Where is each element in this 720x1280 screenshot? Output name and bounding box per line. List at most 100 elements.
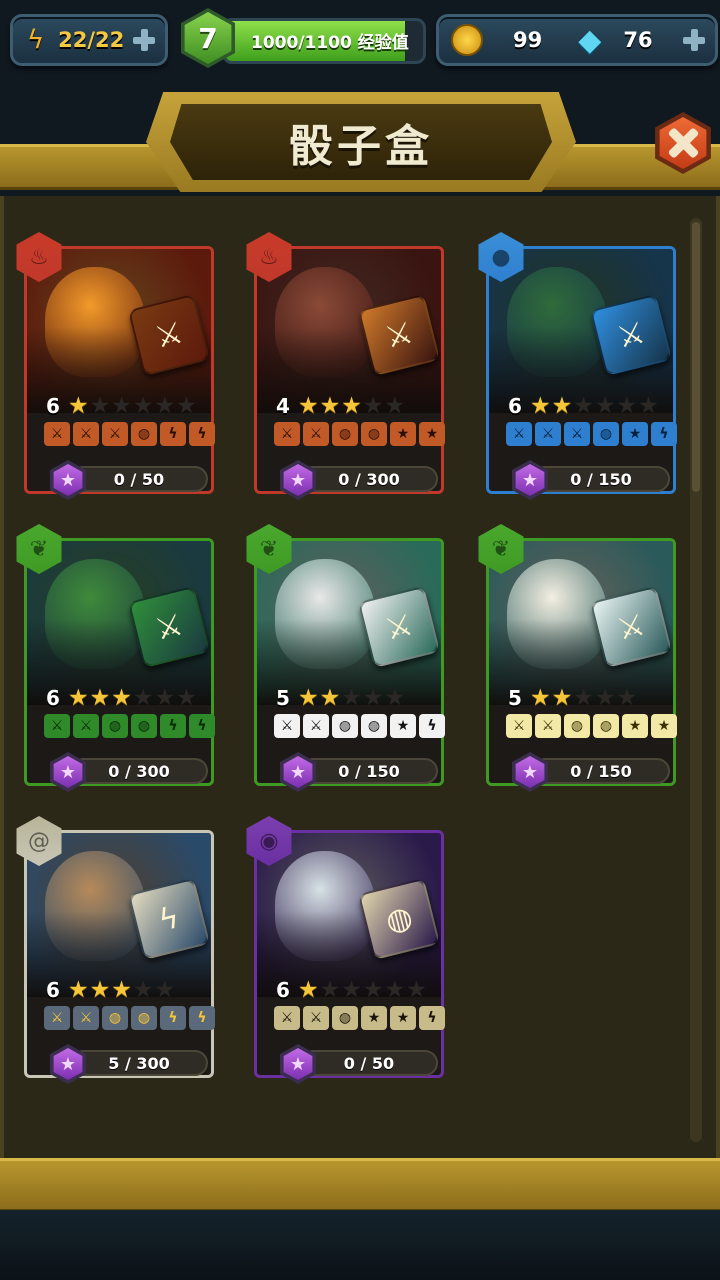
dice-face-icon: ◍ xyxy=(332,1006,358,1030)
dice-face-icon: ★ xyxy=(622,422,648,446)
card-progress: 0 / 150 xyxy=(532,466,670,492)
dice-face-icon: ⚔ xyxy=(535,422,561,446)
star-filled-icon: ★ xyxy=(89,684,111,711)
energy-counter[interactable]: ϟ 22/22 xyxy=(10,14,168,66)
dice-face-icon: ⚔ xyxy=(73,1006,99,1030)
dice-face-icon: ϟ xyxy=(160,714,186,738)
star-rating: 6 ★ ★ ★ ★ ★ xyxy=(46,976,216,1004)
dice-faces: ⚔ ⚔ ⚔ ◍ ★ ϟ xyxy=(506,422,680,448)
star-empty-icon: ★ xyxy=(319,976,341,1003)
star-empty-icon: ★ xyxy=(616,684,638,711)
dice-face-icon: ⚔ xyxy=(564,422,590,446)
star-empty-icon: ★ xyxy=(176,684,197,711)
dice-face-icon: ϟ xyxy=(419,1006,445,1030)
star-icon: ★ xyxy=(283,756,313,788)
dice-card[interactable]: ⚔ ❦ 5 ★ ★ ★ ★ ★ ⚔ ⚔ ◍ ◍ ★ ϟ 0 / 150 ★ xyxy=(244,524,445,792)
dice-level: 6 xyxy=(276,978,290,1002)
dice-face-icon: ⚔ xyxy=(506,422,532,446)
star-empty-icon: ★ xyxy=(594,684,616,711)
currency-counter[interactable]: 99 ◆ 76 xyxy=(436,14,718,66)
star-filled-icon: ★ xyxy=(68,392,89,419)
star-icon: ★ xyxy=(283,464,313,496)
xp-counter: 1000/1100 经验值 7 xyxy=(181,8,426,68)
star-empty-icon: ★ xyxy=(384,684,406,711)
page-title: 骰子盒 xyxy=(289,121,433,172)
progress-text: 0 / 150 xyxy=(570,761,632,781)
star-icon: ★ xyxy=(283,1048,313,1080)
card-frame: ⚔ xyxy=(254,538,444,786)
dice-face-icon: ★ xyxy=(390,422,416,446)
dice-face-icon: ⚔ xyxy=(44,1006,70,1030)
dice-face-icon: ◍ xyxy=(332,422,358,446)
star-icon: ★ xyxy=(515,464,545,496)
diamond-icon: ◆ xyxy=(578,22,602,58)
add-energy-icon[interactable] xyxy=(131,27,157,53)
card-frame: ⚔ xyxy=(24,246,214,494)
star-icon: ★ xyxy=(53,464,83,496)
title-plate-inner: 骰子盒 xyxy=(170,104,552,180)
dice-card[interactable]: ⚔ ❦ 6 ★ ★ ★ ★ ★ ★ ⚔ ⚔ ◍ ◍ ϟ ϟ 0 / 300 ★ xyxy=(14,524,215,792)
card-progress: 0 / 50 xyxy=(70,466,208,492)
star-filled-icon: ★ xyxy=(89,976,111,1003)
dice-face-icon: ◍ xyxy=(102,714,128,738)
card-progress: 0 / 300 xyxy=(300,466,438,492)
dice-face-icon: ⚔ xyxy=(303,714,329,738)
star-empty-icon: ★ xyxy=(111,392,132,419)
dice-level: 6 xyxy=(46,978,60,1002)
star-filled-icon: ★ xyxy=(111,976,132,1003)
dice-face-icon: ϟ xyxy=(419,714,445,738)
star-empty-icon: ★ xyxy=(362,392,384,419)
star-rating: 6 ★ ★ ★ ★ ★ ★ xyxy=(276,976,446,1004)
star-empty-icon: ★ xyxy=(362,976,384,1003)
dice-face-icon: ⚔ xyxy=(274,714,300,738)
star-empty-icon: ★ xyxy=(341,976,362,1003)
star-empty-icon: ★ xyxy=(176,392,197,419)
dice-face-icon: ϟ xyxy=(189,1006,215,1030)
dice-card[interactable]: ⚔ ❦ 5 ★ ★ ★ ★ ★ ⚔ ⚔ ◍ ◍ ★ ★ 0 / 150 ★ xyxy=(476,524,677,792)
dice-face-icon: ◍ xyxy=(131,714,157,738)
bottom-wood-bar xyxy=(0,1158,720,1212)
scrollbar[interactable] xyxy=(690,218,702,1142)
dice-face-icon: ◍ xyxy=(332,714,358,738)
dice-card[interactable]: ⚔ ♨ 4 ★ ★ ★ ★ ★ ⚔ ⚔ ◍ ◍ ★ ★ 0 / 300 ★ xyxy=(244,232,445,500)
add-gems-icon[interactable] xyxy=(681,27,707,53)
star-empty-icon: ★ xyxy=(341,684,362,711)
dice-faces: ⚔ ⚔ ◍ ◍ ϟ ϟ xyxy=(44,1006,218,1032)
dice-face-icon: ★ xyxy=(390,714,416,738)
star-filled-icon: ★ xyxy=(530,684,551,711)
dice-face-icon: ϟ xyxy=(189,714,215,738)
dice-face-icon: ⚔ xyxy=(303,422,329,446)
dice-face-icon: ⚔ xyxy=(274,422,300,446)
star-rating: 6 ★ ★ ★ ★ ★ ★ xyxy=(46,684,216,712)
player-level: 7 xyxy=(184,12,232,64)
dice-face-icon: ◍ xyxy=(593,714,619,738)
card-frame: ϟ xyxy=(24,830,214,1078)
star-rating: 5 ★ ★ ★ ★ ★ xyxy=(276,684,446,712)
star-empty-icon: ★ xyxy=(154,976,176,1003)
dice-faces: ⚔ ⚔ ◍ ◍ ϟ ϟ xyxy=(44,714,218,740)
dice-card[interactable]: ⚔ ● 6 ★ ★ ★ ★ ★ ★ ⚔ ⚔ ⚔ ◍ ★ ϟ 0 / 150 ★ xyxy=(476,232,677,500)
dice-face-icon: ϟ xyxy=(160,1006,186,1030)
card-progress: 0 / 150 xyxy=(300,758,438,784)
dice-face-icon: ★ xyxy=(390,1006,416,1030)
star-icon: ★ xyxy=(53,1048,83,1080)
title-banner: 骰子盒 xyxy=(0,92,720,200)
star-icon: ★ xyxy=(53,756,83,788)
dice-faces: ⚔ ⚔ ◍ ◍ ★ ϟ xyxy=(274,714,448,740)
star-empty-icon: ★ xyxy=(406,976,427,1003)
dice-card[interactable]: ◍ ◉ 6 ★ ★ ★ ★ ★ ★ ⚔ ⚔ ◍ ★ ★ ϟ 0 / 50 ★ xyxy=(244,816,445,1084)
star-filled-icon: ★ xyxy=(68,976,89,1003)
dice-face-icon: ★ xyxy=(419,422,445,446)
dice-face-icon: ϟ xyxy=(189,422,215,446)
progress-text: 0 / 300 xyxy=(108,761,170,781)
progress-text: 0 / 50 xyxy=(343,1053,395,1073)
dice-face-icon: ◍ xyxy=(593,422,619,446)
star-filled-icon: ★ xyxy=(68,684,89,711)
dice-card[interactable]: ⚔ ♨ 6 ★ ★ ★ ★ ★ ★ ⚔ ⚔ ⚔ ◍ ϟ ϟ 0 / 50 ★ xyxy=(14,232,215,500)
star-rating: 6 ★ ★ ★ ★ ★ ★ xyxy=(508,392,678,420)
dice-face-icon: ⚔ xyxy=(44,714,70,738)
scrollbar-thumb[interactable] xyxy=(692,222,700,492)
dice-card[interactable]: ϟ @6 ★ ★ ★ ★ ★ ⚔ ⚔ ◍ ◍ ϟ ϟ 5 / 300 ★ xyxy=(14,816,215,1084)
dice-face-icon: ◍ xyxy=(361,714,387,738)
star-empty-icon: ★ xyxy=(362,684,384,711)
